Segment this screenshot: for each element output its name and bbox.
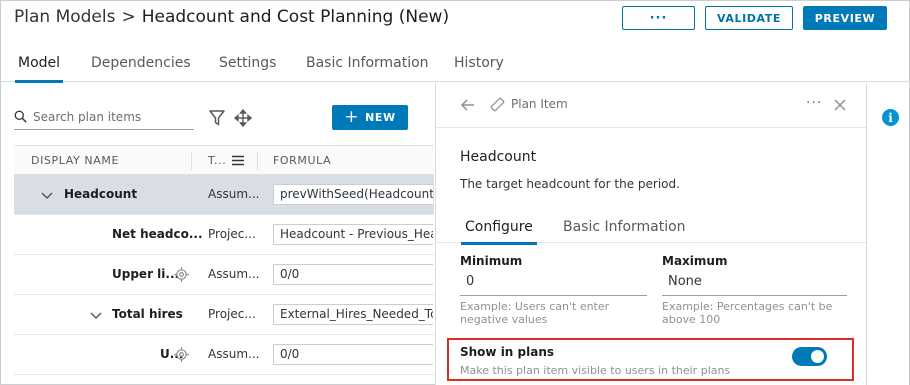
table-row[interactable]: Net headco... Projec... Headcount - Prev…	[14, 215, 434, 255]
row-name: Net headco...	[112, 227, 203, 241]
breadcrumb-current: Headcount and Cost Planning (New)	[141, 7, 450, 27]
search-placeholder: Search plan items	[33, 109, 142, 124]
row-name: Headcount	[64, 187, 138, 201]
chevron-down-icon[interactable]	[41, 189, 53, 201]
chevron-down-icon[interactable]	[90, 309, 102, 321]
plan-item-name: Headcount	[460, 149, 537, 165]
panel-more-button[interactable]: ···	[806, 95, 822, 111]
breadcrumb-parent[interactable]: Plan Models	[14, 7, 115, 27]
info-icon[interactable]: i	[882, 109, 899, 126]
row-type: Projec...	[208, 227, 256, 241]
search-input[interactable]: Search plan items	[14, 104, 194, 130]
row-type: Projec...	[208, 307, 256, 321]
maximum-help: Example: Percentages can't be above 100	[662, 300, 832, 326]
show-in-plans-toggle[interactable]	[792, 347, 827, 366]
column-header-display-name[interactable]: DISPLAY NAME	[31, 154, 119, 167]
more-actions-button[interactable]: ···	[622, 6, 695, 30]
tab-panel-basic-information[interactable]: Basic Information	[563, 219, 686, 235]
filter-icon[interactable]	[208, 109, 226, 127]
preview-button[interactable]: PREVIEW	[803, 6, 887, 30]
breadcrumb-separator: >	[121, 7, 136, 27]
row-formula[interactable]: 0/0	[273, 344, 433, 365]
new-button-label: NEW	[365, 111, 396, 124]
table-row[interactable]: Total hires Projec... External_Hires_Nee…	[14, 295, 434, 335]
maximum-label: Maximum	[662, 254, 728, 268]
close-icon[interactable]	[832, 97, 848, 113]
row-formula[interactable]: prevWithSeed(Headcount_	[273, 184, 433, 205]
ruler-icon	[490, 97, 505, 112]
minimum-field[interactable]: 0	[460, 270, 647, 296]
plan-items-grid: DISPLAY NAME T... FORMULA Headcount Assu…	[14, 145, 434, 375]
maximum-help-line-2: above 100	[662, 313, 721, 326]
new-button[interactable]: + NEW	[332, 105, 408, 130]
column-menu-icon[interactable]	[232, 155, 244, 166]
table-row[interactable]: Headcount Assum... prevWithSeed(Headcoun…	[14, 175, 434, 215]
row-type: Assum...	[208, 187, 260, 201]
minimum-help-line-2: negative values	[460, 313, 548, 326]
back-arrow-icon[interactable]	[460, 97, 476, 113]
target-icon	[174, 347, 189, 362]
main-tabs: Model Dependencies Settings Basic Inform…	[0, 48, 910, 83]
plan-item-description: The target headcount for the period.	[460, 177, 680, 191]
minimum-help: Example: Users can't enter negative value…	[460, 300, 609, 326]
plus-icon: +	[344, 107, 360, 127]
search-icon	[14, 110, 27, 123]
column-divider	[257, 152, 258, 170]
validate-button[interactable]: VALIDATE	[705, 6, 793, 30]
tab-basic-information[interactable]: Basic Information	[306, 55, 429, 71]
row-name: Upper li...	[112, 267, 180, 281]
row-type: Assum...	[208, 267, 260, 281]
tab-settings[interactable]: Settings	[219, 55, 276, 71]
minimum-label: Minimum	[460, 254, 523, 268]
column-header-formula[interactable]: FORMULA	[273, 154, 331, 167]
maximum-field[interactable]: None	[662, 270, 847, 296]
column-header-type[interactable]: T...	[208, 154, 226, 167]
panel-tabs: Configure Basic Information	[436, 209, 866, 245]
row-formula[interactable]: 0/0	[273, 264, 433, 285]
minimum-help-line-1: Example: Users can't enter	[460, 300, 610, 313]
tab-history[interactable]: History	[454, 55, 504, 71]
row-formula[interactable]: External_Hires_Needed_Tc	[273, 304, 433, 325]
grid-header: DISPLAY NAME T... FORMULA	[14, 145, 434, 175]
table-row[interactable]: Upper li... Assum... 0/0	[14, 255, 434, 295]
panel-header-label: Plan Item	[511, 97, 568, 111]
row-type: Assum...	[208, 347, 260, 361]
table-row[interactable]: U... Assum... 0/0	[14, 335, 434, 375]
row-name: Total hires	[112, 307, 183, 321]
row-formula[interactable]: Headcount - Previous_Hea	[273, 224, 433, 245]
panel-header: Plan Item ···	[436, 83, 866, 128]
move-icon[interactable]	[234, 109, 252, 127]
maximum-help-line-1: Example: Percentages can't be	[662, 300, 833, 313]
column-divider	[191, 152, 192, 170]
tab-configure[interactable]: Configure	[461, 219, 537, 245]
tab-dependencies[interactable]: Dependencies	[91, 55, 191, 71]
target-icon	[174, 267, 189, 282]
tab-model[interactable]: Model	[14, 55, 64, 83]
info-rail	[867, 83, 909, 385]
page-title: Plan Models > Headcount and Cost Planning …	[14, 7, 449, 27]
toggle-knob	[811, 350, 824, 363]
